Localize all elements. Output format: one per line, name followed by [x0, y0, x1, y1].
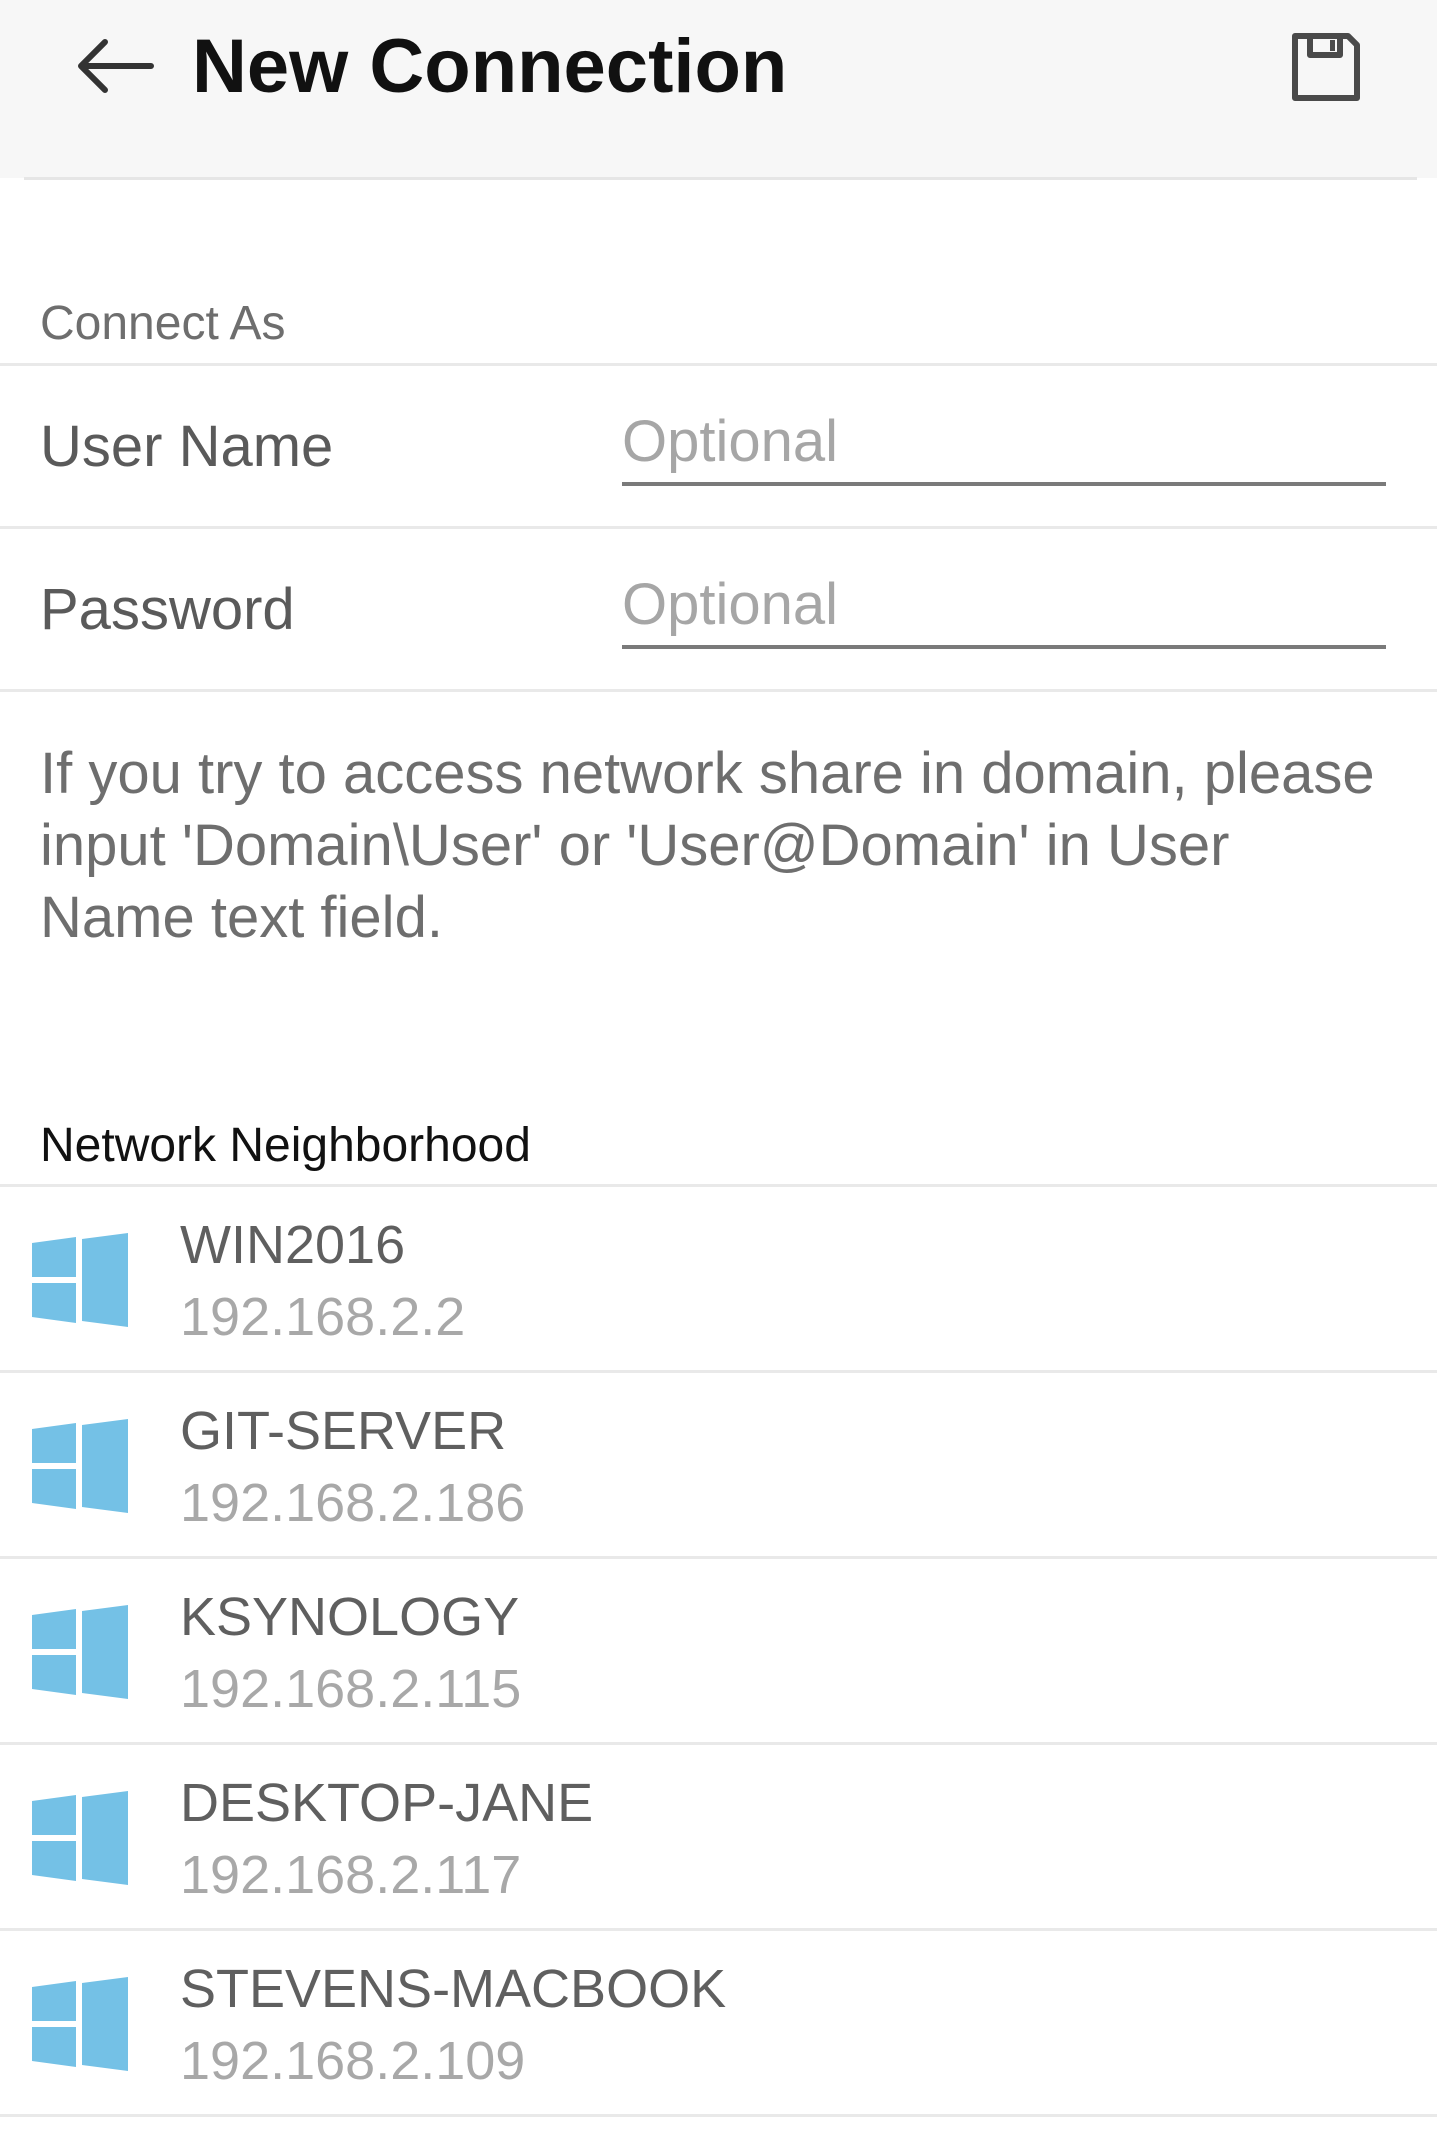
windows-logo-icon — [32, 1233, 128, 1327]
host-ip: 192.168.2.115 — [180, 1659, 522, 1719]
network-list-item[interactable]: STEVENS-MACBOOK 192.168.2.109 — [0, 1931, 1437, 2117]
password-row: Password — [0, 529, 1437, 689]
app-bar-divider — [24, 177, 1417, 180]
back-button[interactable] — [66, 26, 162, 106]
new-connection-screen: New Connection Connect As User Name Pass… — [0, 0, 1437, 2155]
host-ip: 192.168.2.117 — [180, 1845, 522, 1905]
connect-as-header: Connect As — [40, 297, 286, 350]
app-bar: New Connection — [0, 0, 1437, 178]
network-list-item[interactable]: WIN2016 192.168.2.2 — [0, 1187, 1437, 1373]
floppy-disk-icon — [1292, 33, 1360, 101]
host-ip: 192.168.2.2 — [180, 1287, 466, 1347]
host-ip: 192.168.2.109 — [180, 2031, 526, 2091]
host-name: WIN2016 — [180, 1215, 406, 1275]
host-name: GIT-SERVER — [180, 1401, 507, 1461]
host-name: DESKTOP-JANE — [180, 1773, 594, 1833]
username-input[interactable] — [622, 400, 1386, 486]
username-label: User Name — [40, 414, 334, 479]
network-neighborhood-header: Network Neighborhood — [40, 1119, 531, 1172]
domain-hint-text: If you try to access network share in do… — [40, 741, 1375, 950]
host-ip: 192.168.2.186 — [180, 1473, 526, 1533]
windows-logo-icon — [32, 1977, 128, 2071]
username-row: User Name — [0, 366, 1437, 526]
network-list-item[interactable]: GIT-SERVER 192.168.2.186 — [0, 1373, 1437, 1559]
save-button[interactable] — [1276, 22, 1376, 112]
network-list-item[interactable]: KSYNOLOGY 192.168.2.115 — [0, 1559, 1437, 1745]
network-list-item[interactable]: DESKTOP-JANE 192.168.2.117 — [0, 1745, 1437, 1931]
divider — [0, 689, 1437, 692]
password-input[interactable] — [622, 563, 1386, 649]
windows-logo-icon — [32, 1791, 128, 1885]
password-label: Password — [40, 577, 295, 642]
windows-logo-icon — [32, 1419, 128, 1513]
host-name: KSYNOLOGY — [180, 1587, 520, 1647]
windows-logo-icon — [32, 1605, 128, 1699]
host-name: STEVENS-MACBOOK — [180, 1959, 727, 2019]
divider — [0, 2114, 1437, 2117]
arrow-left-icon — [78, 39, 154, 93]
page-title: New Connection — [192, 24, 788, 109]
